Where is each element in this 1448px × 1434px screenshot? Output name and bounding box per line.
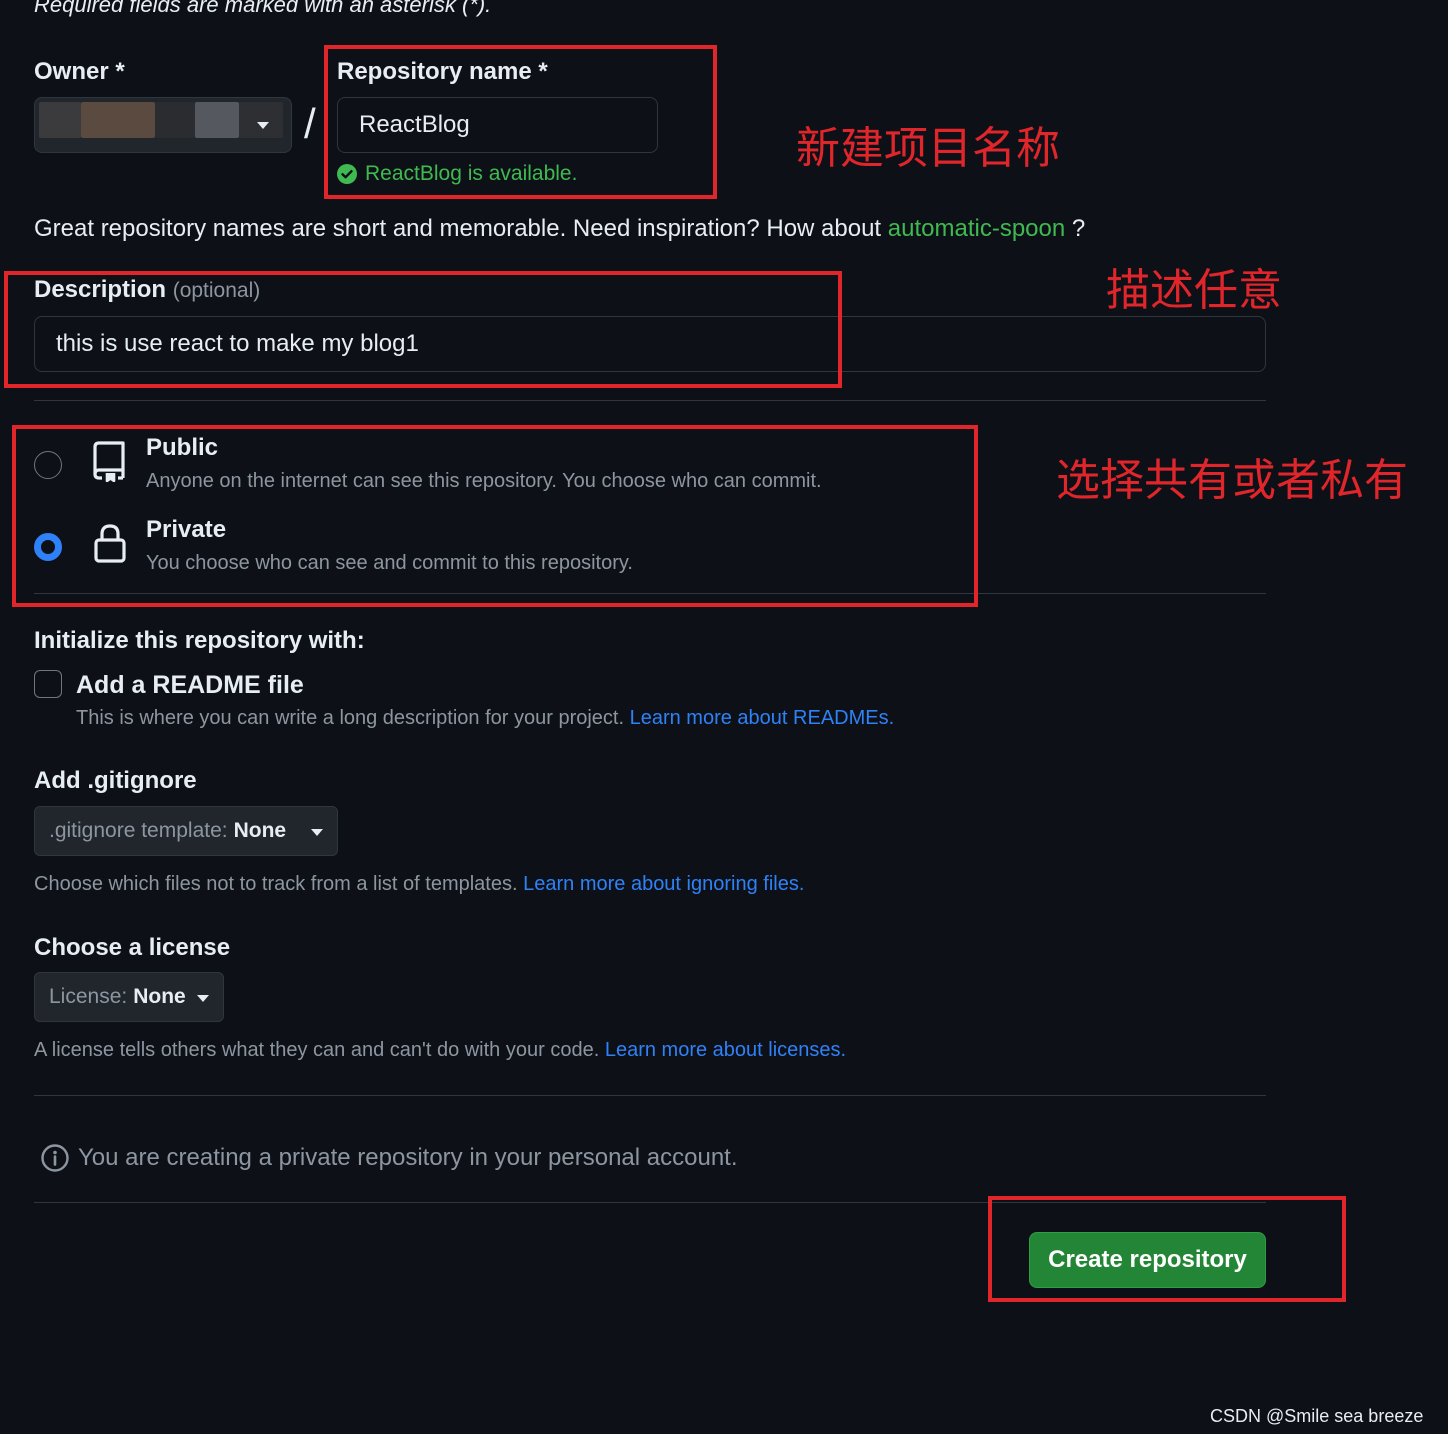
readme-checkbox[interactable] [34, 670, 62, 698]
license-select[interactable]: License: None [34, 972, 224, 1022]
required-note: Required fields are marked with an aster… [34, 0, 492, 17]
watermark: CSDN @Smile sea breeze [1210, 1406, 1424, 1426]
annotation-box-description [4, 271, 842, 388]
divider [34, 1095, 1266, 1096]
info-icon [41, 1144, 69, 1172]
annotation-name-note: 新建项目名称 [796, 123, 1060, 174]
readme-learn-more-link[interactable]: Learn more about READMEs. [630, 707, 895, 729]
owner-label: Owner * [34, 58, 125, 85]
readme-description: This is where you can write a long descr… [76, 707, 894, 730]
gitignore-template-select[interactable]: .gitignore template: None [34, 806, 338, 856]
gitignore-heading: Add .gitignore [34, 767, 197, 794]
private-info-message: You are creating a private repository in… [40, 1143, 738, 1173]
gitignore-learn-more-link[interactable]: Learn more about ignoring files. [523, 873, 804, 895]
info-text: You are creating a private repository in… [78, 1144, 738, 1171]
owner-select[interactable] [34, 97, 292, 153]
annotation-box-name [324, 45, 717, 199]
license-select-label: License: [49, 985, 128, 1008]
license-description-text: A license tells others what they can and… [34, 1039, 600, 1061]
caret-down-icon [257, 122, 269, 129]
readme-description-text: This is where you can write a long descr… [76, 707, 625, 729]
name-suggestion-link[interactable]: automatic-spoon [888, 215, 1065, 242]
owner-name-blurred [81, 102, 155, 138]
license-select-value: None [133, 985, 186, 1008]
owner-name-blurred-3 [195, 102, 239, 138]
annotation-description-note: 描述任意 [1106, 265, 1282, 316]
owner-repo-separator: / [304, 100, 316, 147]
license-description: A license tells others what they can and… [34, 1039, 846, 1062]
gitignore-description-text: Choose which files not to track from a l… [34, 873, 518, 895]
owner-name-blurred-4 [239, 102, 283, 138]
caret-down-icon [197, 995, 209, 1002]
caret-down-icon [311, 829, 323, 836]
initialize-heading: Initialize this repository with: [34, 627, 365, 654]
hint-suffix: ? [1071, 215, 1086, 242]
name-hint: Great repository names are short and mem… [34, 215, 1085, 243]
annotation-box-create [988, 1196, 1346, 1302]
license-learn-more-link[interactable]: Learn more about licenses. [605, 1039, 846, 1061]
owner-name-blurred-2 [155, 102, 195, 138]
gitignore-description: Choose which files not to track from a l… [34, 873, 804, 896]
license-heading: Choose a license [34, 934, 231, 961]
annotation-visibility-note: 选择共有或者私有 [1056, 455, 1408, 506]
create-repo-page: Required fields are marked with an aster… [0, 0, 1448, 1434]
gitignore-select-label: .gitignore template: [49, 819, 228, 842]
annotation-box-visibility [12, 425, 978, 607]
hint-prefix: Great repository names are short and mem… [34, 215, 882, 242]
owner-avatar-blurred [39, 102, 81, 138]
readme-label: Add a README file [76, 671, 304, 699]
gitignore-select-value: None [233, 819, 287, 842]
divider [34, 400, 1266, 401]
